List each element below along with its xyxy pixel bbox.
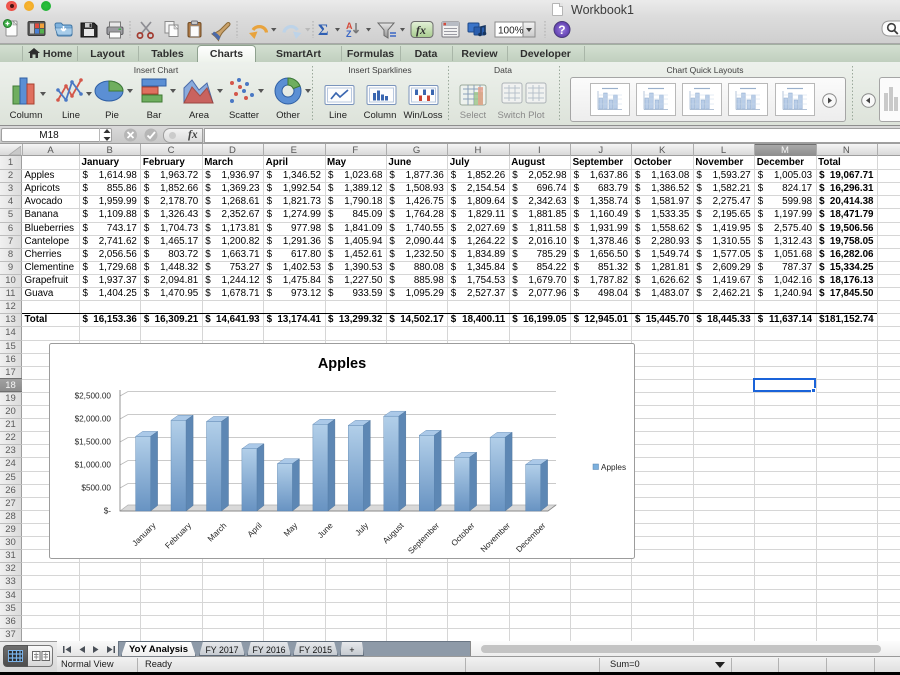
svg-text:Apples: Apples bbox=[318, 356, 366, 372]
svg-text:Z: Z bbox=[346, 29, 352, 39]
svg-text:Σ: Σ bbox=[318, 22, 328, 39]
svg-text:?: ? bbox=[558, 23, 565, 37]
svg-text:100%: 100% bbox=[498, 26, 524, 37]
svg-text:$500.00: $500.00 bbox=[81, 484, 111, 493]
svg-text:$1,000.00: $1,000.00 bbox=[75, 461, 112, 470]
svg-text:$2,500.00: $2,500.00 bbox=[75, 392, 112, 401]
svg-text:Apples: Apples bbox=[601, 463, 626, 472]
svg-text:$-: $- bbox=[104, 507, 112, 516]
svg-text:$2,000.00: $2,000.00 bbox=[75, 415, 112, 424]
svg-text:fx: fx bbox=[416, 23, 426, 37]
svg-text:$1,500.00: $1,500.00 bbox=[75, 438, 112, 447]
